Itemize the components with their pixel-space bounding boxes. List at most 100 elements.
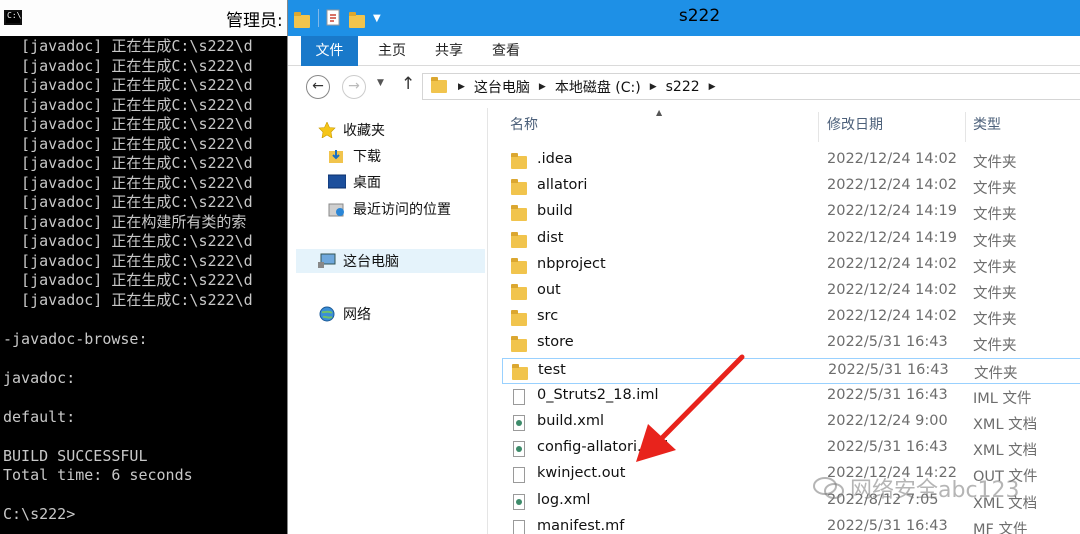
cmd-output[interactable]: [javadoc] 正在生成C:\s222\d [javadoc] 正在生成C:… — [0, 36, 287, 534]
breadcrumb-local-disk[interactable]: 本地磁盘 (C:) — [555, 77, 641, 97]
back-button[interactable]: ← — [306, 75, 330, 99]
file-name: allatori — [537, 177, 588, 194]
file-row[interactable]: dist 2022/12/24 14:19 文件夹 — [502, 227, 1080, 253]
chevron-right-icon[interactable]: ▶ — [458, 82, 465, 92]
nav-this-pc[interactable]: 这台电脑 — [296, 249, 485, 273]
file-row[interactable]: out 2022/12/24 14:02 文件夹 — [502, 279, 1080, 305]
file-list[interactable]: ▲ 名称 修改日期 类型 .idea 2022/12/24 14:02 文件夹 all… — [488, 108, 1080, 534]
tab-share[interactable]: 共享 — [427, 36, 471, 66]
file-modified-date: 2022/12/24 14:02 — [827, 308, 957, 325]
address-bar[interactable]: ▶ 这台电脑 ▶ 本地磁盘 (C:) ▶ s222 ▶ — [422, 73, 1080, 100]
file-name: dist — [537, 229, 564, 246]
column-header-name[interactable]: 名称 — [510, 112, 538, 138]
folder-icon — [512, 363, 528, 380]
folder-icon — [511, 231, 527, 248]
file-name: test — [538, 361, 566, 378]
file-modified-date: 2022/5/31 16:43 — [827, 517, 948, 534]
file-type: MF 文件 — [973, 521, 1028, 534]
window-title: s222 — [678, 6, 721, 26]
console-line: [javadoc] 正在生成C:\s222\d — [3, 134, 253, 153]
file-row[interactable]: src 2022/12/24 14:02 文件夹 — [502, 305, 1080, 331]
file-row[interactable]: 0_Struts2_18.iml 2022/5/31 16:43 IML 文件 — [502, 384, 1080, 410]
computer-icon — [318, 253, 336, 269]
console-line: C:\s222> — [3, 505, 76, 523]
file-type: 文件夹 — [973, 312, 1017, 329]
file-modified-date: 2022/12/24 14:02 — [827, 177, 957, 194]
folder-icon — [511, 310, 527, 327]
console-line: [javadoc] 正在生成C:\s222\d — [3, 37, 253, 55]
file-row[interactable]: allatori 2022/12/24 14:02 文件夹 — [502, 174, 1080, 200]
file-name: manifest.mf — [537, 517, 625, 534]
chevron-right-icon[interactable]: ▶ — [650, 82, 657, 92]
console-line: [javadoc] 正在生成C:\s222\d — [3, 154, 253, 172]
console-line: [javadoc] 正在生成C:\s222\d — [3, 290, 253, 309]
xml-file-icon — [511, 415, 527, 431]
file-type: 文件夹 — [973, 233, 1017, 250]
chevron-right-icon[interactable]: ▶ — [539, 82, 546, 92]
column-header-type[interactable]: 类型 — [973, 112, 1001, 138]
file-row[interactable]: manifest.mf 2022/5/31 16:43 MF 文件 — [502, 515, 1080, 534]
file-name: .idea — [537, 151, 573, 167]
file-row[interactable]: test 2022/5/31 16:43 文件夹 — [502, 357, 1080, 384]
file-modified-date: 2022/5/31 16:43 — [827, 386, 948, 403]
file-row[interactable]: build 2022/12/24 14:19 文件夹 — [502, 200, 1080, 226]
file-modified-date: 2022/12/24 14:02 — [827, 151, 957, 167]
chevron-right-icon[interactable]: ▶ — [709, 82, 716, 92]
console-line: [javadoc] 正在生成C:\s222\d — [3, 232, 253, 250]
explorer-window[interactable]: ▼ s222 文件 主页 共享 查看 ← → ▼ ↑ ▶ 这台电脑 ▶ 本地磁盘… — [287, 0, 1080, 534]
file-row[interactable]: build.xml 2022/12/24 9:00 XML 文档 — [502, 410, 1080, 436]
navigation-pane: 收藏夹 下载 桌面 最近访问的位置 这台电脑 网络 — [288, 108, 488, 534]
nav-label: 最近访问的位置 — [353, 202, 451, 218]
file-icon — [511, 388, 527, 405]
console-line: [javadoc] 正在生成C:\s222\d — [3, 193, 253, 211]
file-row[interactable]: config-allatori.xml 2022/5/31 16:43 XML 文档 — [502, 436, 1080, 462]
column-divider[interactable] — [818, 112, 819, 142]
cmd-title: 管理员: — [226, 11, 283, 31]
cmd-icon[interactable]: C:\ — [4, 10, 22, 25]
file-type: 文件夹 — [973, 259, 1017, 276]
tab-file[interactable]: 文件 — [301, 36, 358, 66]
file-type: XML 文档 — [973, 443, 1038, 460]
console-line: BUILD SUCCESSFUL — [3, 446, 148, 465]
file-name: log.xml — [537, 491, 591, 508]
file-row[interactable]: .idea 2022/12/24 14:02 文件夹 — [502, 148, 1080, 174]
file-name: config-allatori.xml — [537, 439, 669, 456]
column-header-date[interactable]: 修改日期 — [827, 112, 883, 138]
file-name: build — [537, 203, 573, 220]
tab-home[interactable]: 主页 — [370, 36, 414, 66]
file-modified-date: 2022/12/24 14:02 — [827, 255, 957, 272]
file-type: IML 文件 — [973, 390, 1032, 407]
file-row[interactable]: nbproject 2022/12/24 14:02 文件夹 — [502, 253, 1080, 279]
file-type: 文件夹 — [973, 181, 1017, 198]
file-name: nbproject — [537, 255, 606, 272]
breadcrumb-this-pc[interactable]: 这台电脑 — [474, 77, 530, 97]
nav-favorites[interactable]: 收藏夹 — [318, 118, 515, 142]
recent-locations-icon[interactable]: ▼ — [377, 78, 384, 88]
file-modified-date: 2022/12/24 14:19 — [827, 203, 957, 220]
console-line: Total time: 6 seconds — [3, 466, 193, 484]
wechat-icon — [812, 476, 846, 500]
navigation-bar: ← → ▼ ↑ ▶ 这台电脑 ▶ 本地磁盘 (C:) ▶ s222 ▶ — [288, 66, 1080, 108]
folder-icon — [511, 205, 527, 222]
up-button[interactable]: ↑ — [401, 74, 415, 94]
file-modified-date: 2022/5/31 16:43 — [827, 334, 948, 351]
explorer-titlebar[interactable]: ▼ s222 — [288, 0, 1080, 36]
file-name: 0_Struts2_18.iml — [537, 386, 659, 403]
cmd-window[interactable]: C:\ 管理员: [javadoc] 正在生成C:\s222\d [javado… — [0, 0, 287, 534]
folder-icon — [511, 257, 527, 274]
breadcrumb-s222[interactable]: s222 — [666, 79, 700, 95]
file-type: 文件夹 — [973, 338, 1017, 355]
nav-label: 收藏夹 — [343, 123, 385, 139]
file-row[interactable]: store 2022/5/31 16:43 文件夹 — [502, 331, 1080, 357]
console-line: [javadoc] 正在生成C:\s222\d — [3, 251, 253, 270]
file-type: 文件夹 — [973, 207, 1017, 224]
nav-network[interactable]: 网络 — [318, 302, 515, 326]
file-type: 文件夹 — [973, 155, 1017, 171]
tab-view[interactable]: 查看 — [484, 36, 528, 66]
xml-file-icon — [511, 441, 527, 458]
console-line: [javadoc] 正在生成C:\s222\d — [3, 76, 253, 94]
cmd-titlebar[interactable]: C:\ 管理员: — [0, 0, 287, 36]
forward-button[interactable]: → — [342, 75, 366, 99]
console-line: [javadoc] 正在生成C:\s222\d — [3, 95, 253, 114]
column-divider[interactable] — [965, 112, 966, 142]
